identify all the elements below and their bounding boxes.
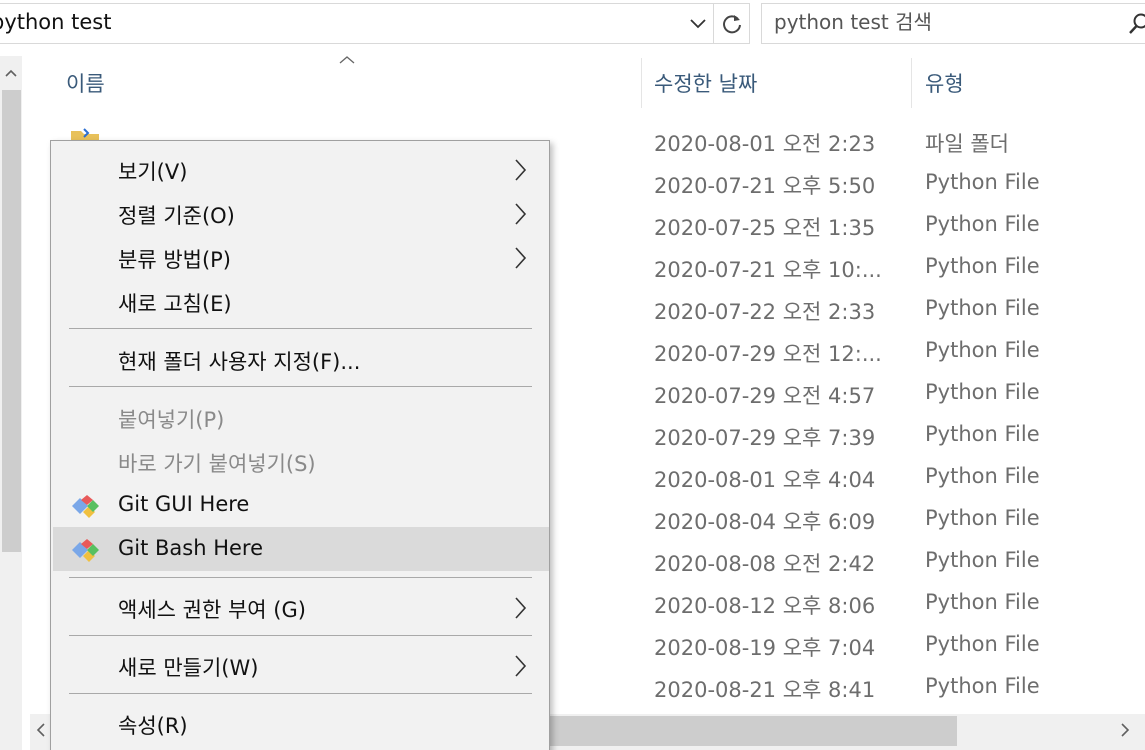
chevron-right-icon xyxy=(515,203,527,225)
cell-type: Python File xyxy=(925,254,1040,278)
cell-date-modified: 2020-07-25 오전 1:35 xyxy=(654,216,876,240)
refresh-icon xyxy=(722,14,741,33)
scroll-up-button[interactable] xyxy=(0,56,22,90)
column-header-date-modified[interactable]: 수정한 날짜 xyxy=(654,68,757,98)
column-divider[interactable] xyxy=(911,58,912,108)
cell-date-modified: 2020-08-19 오후 7:04 xyxy=(654,636,876,660)
column-header-name[interactable]: 이름 xyxy=(66,68,105,98)
column-divider[interactable] xyxy=(641,58,642,108)
file-explorer-window: python test python test 검색 이름 수정한 날짜 유형 … xyxy=(0,0,1145,750)
chevron-right-icon xyxy=(515,655,527,677)
menu-item-give-access[interactable]: 액세스 권한 부여 (G) xyxy=(53,585,549,629)
search-box[interactable] xyxy=(761,3,1145,44)
cell-type: Python File xyxy=(925,464,1040,488)
scroll-thumb[interactable] xyxy=(510,716,957,746)
cell-date-modified: 2020-07-29 오전 12:... xyxy=(654,342,882,366)
chevron-right-icon xyxy=(515,159,527,181)
menu-item-label: 붙여넣기(P) xyxy=(118,408,225,432)
cell-date-modified: 2020-08-08 오전 2:42 xyxy=(654,552,876,576)
cell-date-modified: 2020-07-29 오후 7:39 xyxy=(654,426,876,450)
menu-item-label: 바로 가기 붙여넣기(S) xyxy=(118,452,316,476)
search-icon[interactable] xyxy=(1128,12,1145,36)
address-path-box[interactable]: python test xyxy=(0,3,750,44)
cell-type: Python File xyxy=(925,170,1040,194)
menu-item-label: Git Bash Here xyxy=(118,536,264,560)
menu-item-paste-shortcut[interactable]: 바로 가기 붙여넣기(S) xyxy=(53,439,549,483)
cell-type: Python File xyxy=(925,296,1040,320)
cell-type: Python File xyxy=(925,380,1040,404)
git-icon xyxy=(72,495,99,518)
menu-separator xyxy=(69,386,532,387)
menu-item-refresh[interactable]: 새로 고침(E) xyxy=(53,279,549,323)
chevron-right-icon xyxy=(515,247,527,269)
address-path[interactable]: python test xyxy=(0,10,111,34)
menu-item-label: 보기(V) xyxy=(118,160,188,184)
cell-type: Python File xyxy=(925,212,1040,236)
chevron-left-icon[interactable] xyxy=(36,722,46,738)
chevron-down-icon xyxy=(690,18,706,28)
address-bar: python test xyxy=(0,0,1145,46)
menu-item-customize-folder[interactable]: 현재 폴더 사용자 지정(F)... xyxy=(53,337,549,381)
cell-date-modified: 2020-08-12 오후 8:06 xyxy=(654,594,876,618)
cell-date-modified: 2020-07-21 오후 10:... xyxy=(654,258,882,282)
cell-type: Python File xyxy=(925,632,1040,656)
column-header-type[interactable]: 유형 xyxy=(925,68,964,98)
cell-date-modified: 2020-07-22 오전 2:33 xyxy=(654,300,876,324)
chevron-right-icon xyxy=(515,597,527,619)
menu-item-new[interactable]: 새로 만들기(W) xyxy=(53,643,549,687)
menu-item-properties[interactable]: 속성(R) xyxy=(53,701,549,745)
menu-separator xyxy=(69,693,532,694)
menu-separator xyxy=(69,328,532,329)
menu-item-paste[interactable]: 붙여넣기(P) xyxy=(53,395,549,439)
menu-item-git-gui[interactable]: Git GUI Here xyxy=(53,483,549,527)
cell-type: 파일 폴더 xyxy=(925,132,1009,156)
cell-type: Python File xyxy=(925,548,1040,572)
refresh-button[interactable] xyxy=(713,4,749,43)
cell-type: Python File xyxy=(925,674,1040,698)
menu-item-label: 액세스 권한 부여 (G) xyxy=(118,598,306,622)
cell-type: Python File xyxy=(925,338,1040,362)
cell-date-modified: 2020-08-01 오후 4:04 xyxy=(654,468,876,492)
menu-item-label: 정렬 기준(O) xyxy=(118,204,235,228)
menu-item-view[interactable]: 보기(V) xyxy=(53,147,549,191)
menu-item-group-by[interactable]: 분류 방법(P) xyxy=(53,235,549,279)
sort-ascending-icon xyxy=(339,56,355,64)
menu-item-git-bash[interactable]: Git Bash Here xyxy=(53,527,549,571)
cell-date-modified: 2020-07-21 오후 5:50 xyxy=(654,174,876,198)
context-menu: 보기(V) 정렬 기준(O) 분류 방법(P) 새로 고침(E) 현재 폴더 사… xyxy=(50,140,550,750)
menu-separator xyxy=(69,577,532,578)
address-dropdown-button[interactable] xyxy=(683,4,713,43)
menu-item-label: 현재 폴더 사용자 지정(F)... xyxy=(118,350,361,374)
cell-type: Python File xyxy=(925,590,1040,614)
menu-item-label: 분류 방법(P) xyxy=(118,248,232,272)
menu-separator xyxy=(69,635,532,636)
chevron-up-icon xyxy=(5,69,17,77)
menu-item-label: 속성(R) xyxy=(118,714,188,738)
cell-type: Python File xyxy=(925,506,1040,530)
menu-item-label: 새로 만들기(W) xyxy=(118,656,259,680)
cell-type: Python File xyxy=(925,422,1040,446)
menu-item-sort-by[interactable]: 정렬 기준(O) xyxy=(53,191,549,235)
cell-date-modified: 2020-07-29 오전 4:57 xyxy=(654,384,876,408)
cell-date-modified: 2020-08-21 오후 8:41 xyxy=(654,678,876,702)
cell-date-modified: 2020-08-04 오후 6:09 xyxy=(654,510,876,534)
cell-date-modified: 2020-08-01 오전 2:23 xyxy=(654,132,876,156)
menu-item-label: Git GUI Here xyxy=(118,492,250,516)
chevron-right-icon[interactable] xyxy=(1120,722,1130,738)
menu-item-label: 새로 고침(E) xyxy=(118,292,232,316)
git-icon xyxy=(72,539,99,562)
search-input[interactable] xyxy=(774,10,1114,34)
